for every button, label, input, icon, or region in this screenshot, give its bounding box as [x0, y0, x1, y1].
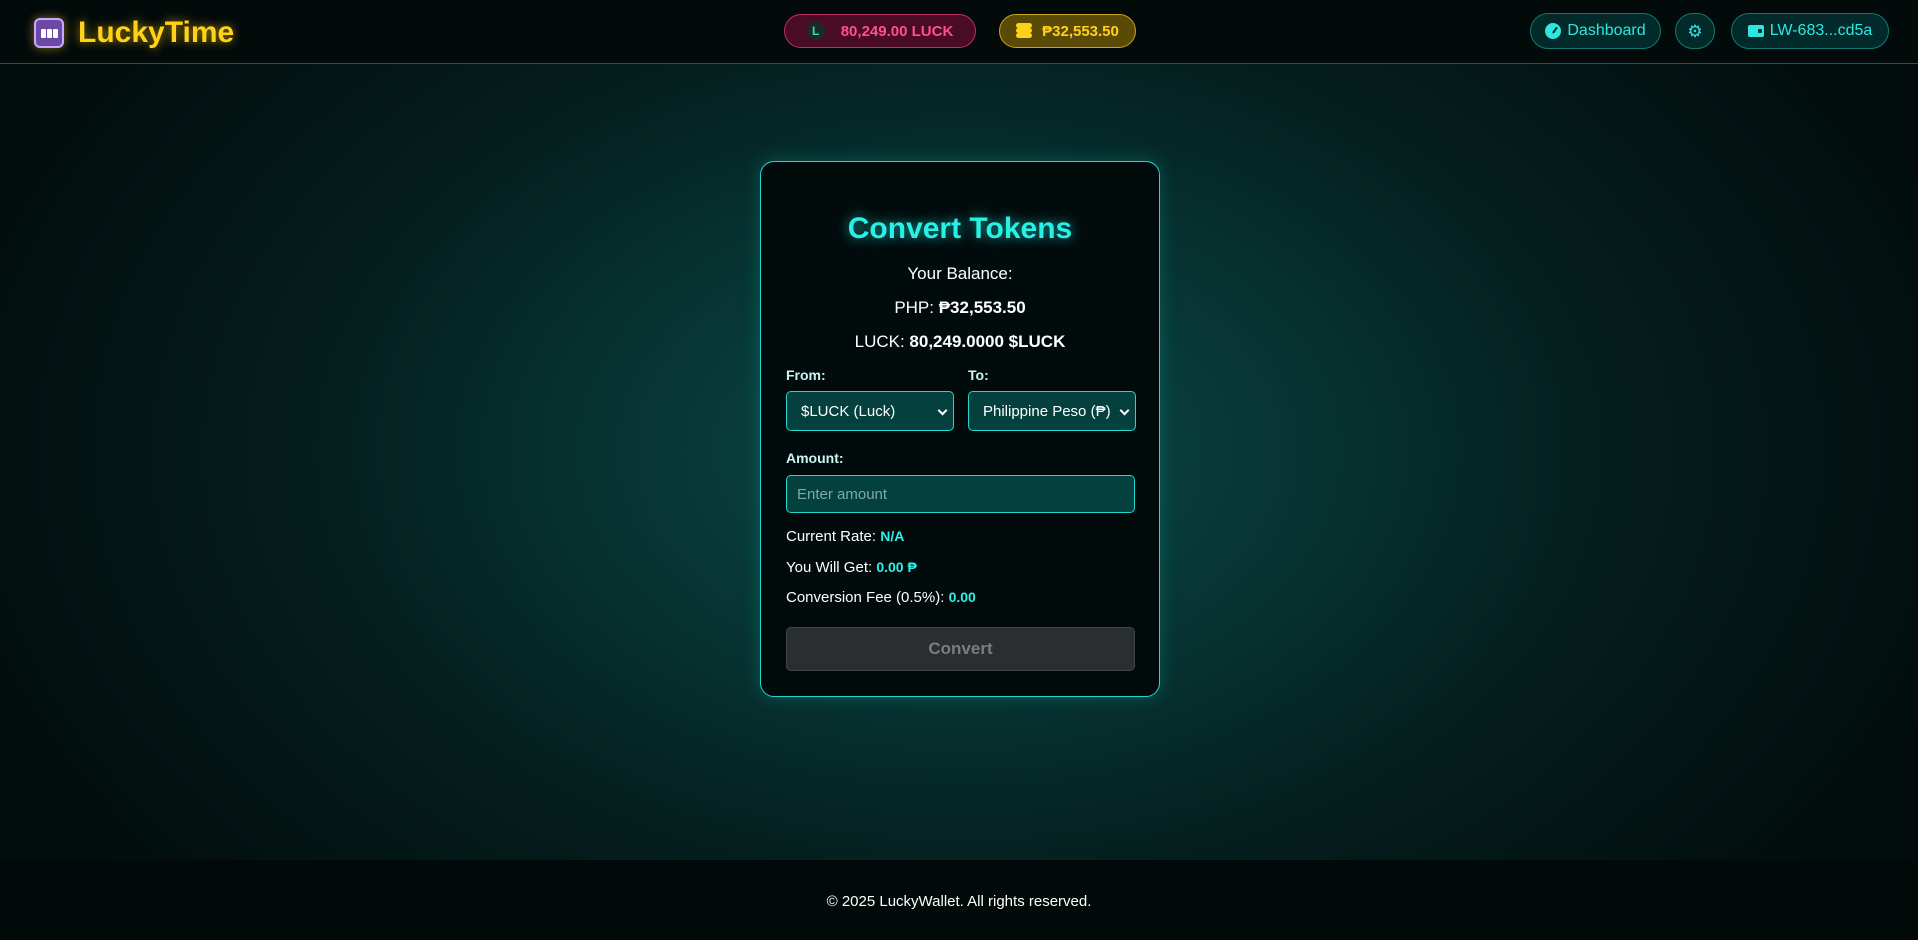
dashboard-button[interactable]: Dashboard: [1530, 13, 1661, 49]
dashboard-gauge-icon: [1545, 23, 1562, 39]
top-nav-bar: LuckyTime L 80,249.00 LUCK ₱32,553.50 Da…: [0, 0, 1918, 64]
fee-label: Conversion Fee (0.5%):: [786, 589, 949, 606]
gear-icon: ⚙: [1687, 21, 1703, 41]
amount-input[interactable]: [786, 475, 1135, 513]
amount-label: Amount:: [786, 450, 844, 466]
to-currency-select[interactable]: Philippine Peso (₱): [968, 391, 1136, 431]
current-rate-line: Current Rate: N/A: [786, 528, 904, 545]
to-label: To:: [968, 367, 989, 383]
slot-machine-icon: [34, 18, 64, 48]
brand-name: LuckyTime: [78, 16, 235, 49]
php-balance-text: ₱32,553.50: [1042, 22, 1119, 40]
php-balance-prefix: PHP:: [894, 298, 939, 317]
wallet-icon: [1747, 25, 1764, 37]
get-value: 0.00 ₱: [876, 559, 917, 575]
to-selected-value: Philippine Peso (₱): [983, 402, 1111, 420]
footer-copyright: © 2025 LuckyWallet. All rights reserved.: [826, 893, 1092, 910]
dashboard-label: Dashboard: [1567, 22, 1646, 39]
convert-tokens-card: Convert Tokens Your Balance: PHP: ₱32,55…: [760, 161, 1160, 697]
chevron-down-icon: [937, 405, 948, 416]
rate-label: Current Rate:: [786, 528, 881, 545]
wallet-id-label: LW-683...cd5a: [1769, 22, 1873, 39]
from-selected-value: $LUCK (Luck): [801, 402, 896, 420]
from-currency-select[interactable]: $LUCK (Luck): [786, 391, 954, 431]
convert-button[interactable]: Convert: [786, 627, 1135, 671]
rate-value: N/A: [880, 528, 905, 544]
luck-balance-value: 80,249.0000 $LUCK: [909, 332, 1066, 351]
balance-heading: Your Balance:: [907, 264, 1013, 283]
brand-logo[interactable]: LuckyTime: [34, 16, 234, 50]
fee-value: 0.00: [948, 589, 976, 605]
coins-icon: [1016, 23, 1034, 39]
from-label: From:: [786, 367, 826, 383]
footer: © 2025 LuckyWallet. All rights reserved.: [0, 860, 1918, 940]
php-balance-value: ₱32,553.50: [938, 298, 1026, 317]
luck-coin-icon: L: [806, 22, 825, 40]
settings-button[interactable]: ⚙: [1675, 13, 1715, 49]
luck-balance-pill[interactable]: L 80,249.00 LUCK: [784, 14, 976, 48]
php-balance-line: PHP: ₱32,553.50: [761, 298, 1159, 318]
chevron-down-icon: [1119, 405, 1130, 416]
luck-balance-text: 80,249.00 LUCK: [840, 22, 954, 40]
get-label: You Will Get:: [786, 559, 877, 576]
luck-balance-prefix: LUCK:: [854, 332, 910, 351]
conversion-fee-line: Conversion Fee (0.5%): 0.00: [786, 589, 976, 606]
php-balance-pill[interactable]: ₱32,553.50: [999, 14, 1136, 48]
page-title: Convert Tokens: [847, 212, 1073, 245]
you-will-get-line: You Will Get: 0.00 ₱: [786, 559, 917, 576]
luck-balance-line: LUCK: 80,249.0000 $LUCK: [761, 332, 1159, 352]
wallet-button[interactable]: LW-683...cd5a: [1731, 13, 1889, 49]
